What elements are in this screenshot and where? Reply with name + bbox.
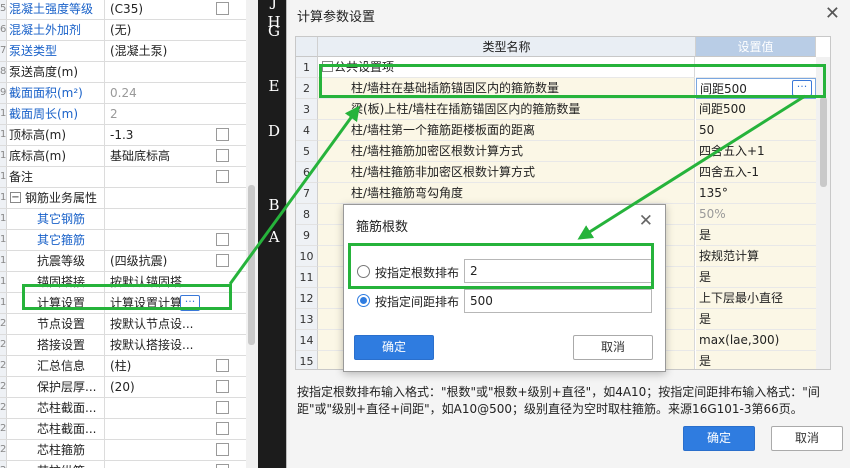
arrow-to-row-2 [228,105,360,285]
arrow-to-popup [577,94,806,240]
annotation-arrows [228,94,806,285]
